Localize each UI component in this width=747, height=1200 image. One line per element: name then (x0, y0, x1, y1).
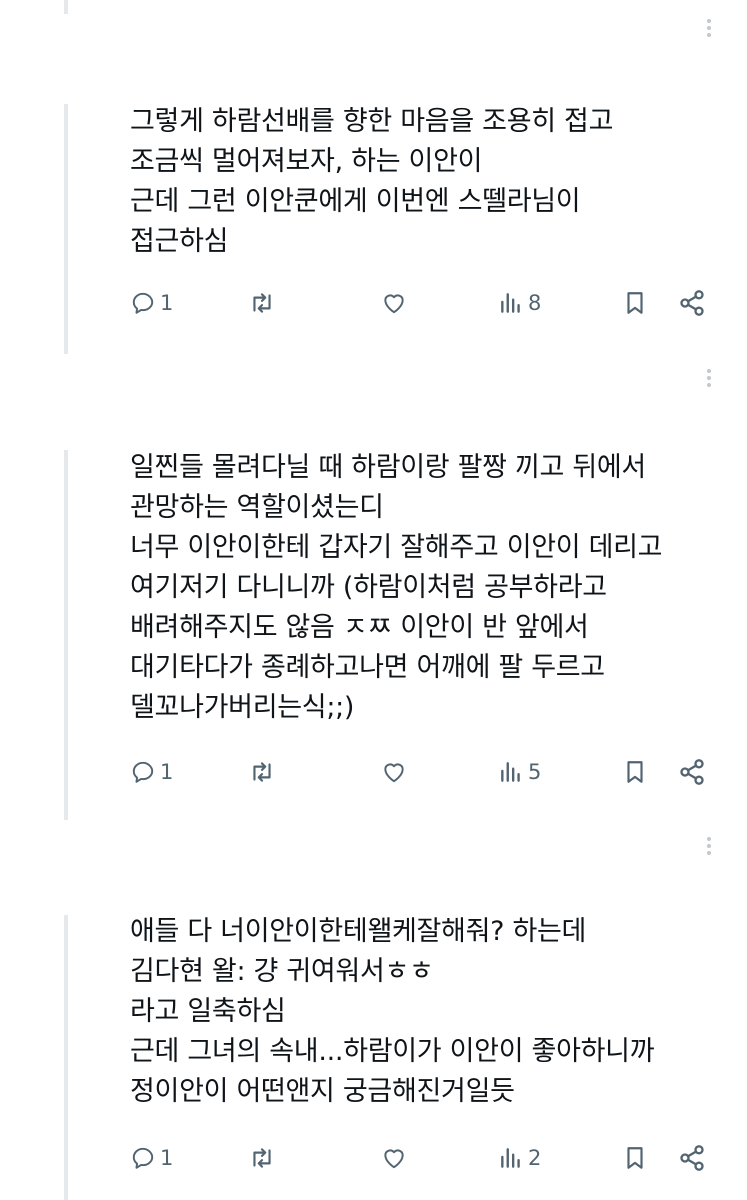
bookmark-button[interactable] (622, 752, 648, 792)
post-text: 일찐들 몰려다닐 때 하람이랑 팔짱 끼고 뒤에서 관망하는 역할이셨는디 너무… (130, 452, 663, 723)
views-icon (501, 1148, 520, 1168)
post-text: 그렇게 하람선배를 향한 마음을 조용히 접고 조금씩 멀어져보자, 하는 이안… (130, 106, 614, 257)
reply-button[interactable]: 1 (130, 1138, 173, 1178)
bookmark-icon (627, 761, 643, 783)
view-count: 8 (528, 290, 542, 315)
post-actions: 1 5 (130, 752, 720, 792)
like-button[interactable] (380, 1138, 408, 1178)
thread-line (64, 0, 68, 14)
reply-count: 1 (160, 290, 174, 315)
views-icon (501, 762, 520, 782)
bookmark-button[interactable] (622, 283, 648, 323)
reply-count: 1 (160, 1145, 174, 1170)
more-icon[interactable] (705, 366, 713, 390)
like-icon (384, 294, 404, 314)
share-button[interactable] (678, 752, 706, 792)
share-icon (680, 290, 704, 316)
views-button[interactable]: 5 (498, 752, 541, 792)
thread-line (64, 915, 68, 1200)
share-button[interactable] (678, 283, 706, 323)
view-count: 5 (528, 759, 542, 784)
bookmark-icon (627, 1147, 643, 1169)
share-icon (680, 1145, 704, 1171)
post[interactable]: 그렇게 하람선배를 향한 마음을 조용히 접고 조금씩 멀어져보자, 하는 이안… (130, 102, 727, 262)
reply-icon (132, 292, 154, 314)
post-actions: 1 2 (130, 1138, 720, 1178)
like-button[interactable] (380, 752, 408, 792)
reply-count: 1 (160, 759, 174, 784)
repost-button[interactable] (248, 283, 276, 323)
views-button[interactable]: 8 (498, 283, 541, 323)
repost-icon (253, 762, 271, 782)
reply-button[interactable]: 1 (130, 752, 173, 792)
repost-button[interactable] (248, 752, 276, 792)
more-icon[interactable] (705, 16, 713, 40)
repost-icon (253, 1148, 271, 1168)
repost-button[interactable] (248, 1138, 276, 1178)
post[interactable]: 애들 다 너이안이한테왤케잘해줘? 하는데 김다현 왈: 걍 귀여워서ㅎㅎ 라고… (130, 912, 727, 1112)
repost-icon (253, 293, 271, 313)
reply-icon (132, 761, 154, 783)
post[interactable]: 일찐들 몰려다닐 때 하람이랑 팔짱 끼고 뒤에서 관망하는 역할이셨는디 너무… (130, 448, 727, 728)
share-icon (680, 759, 704, 785)
like-icon (384, 1149, 404, 1169)
reply-button[interactable]: 1 (130, 283, 173, 323)
post-actions: 1 8 (130, 283, 720, 323)
views-button[interactable]: 2 (498, 1138, 541, 1178)
bookmark-button[interactable] (622, 1138, 648, 1178)
thread-line (64, 450, 68, 820)
thread-line (64, 104, 68, 354)
like-icon (384, 763, 404, 783)
post-text: 애들 다 너이안이한테왤케잘해줘? 하는데 김다현 왈: 걍 귀여워서ㅎㅎ 라고… (130, 916, 655, 1107)
share-button[interactable] (678, 1138, 706, 1178)
views-icon (501, 293, 520, 313)
view-count: 2 (528, 1145, 542, 1170)
reply-icon (132, 1147, 154, 1169)
like-button[interactable] (380, 283, 408, 323)
bookmark-icon (627, 292, 643, 314)
more-icon[interactable] (705, 834, 713, 858)
